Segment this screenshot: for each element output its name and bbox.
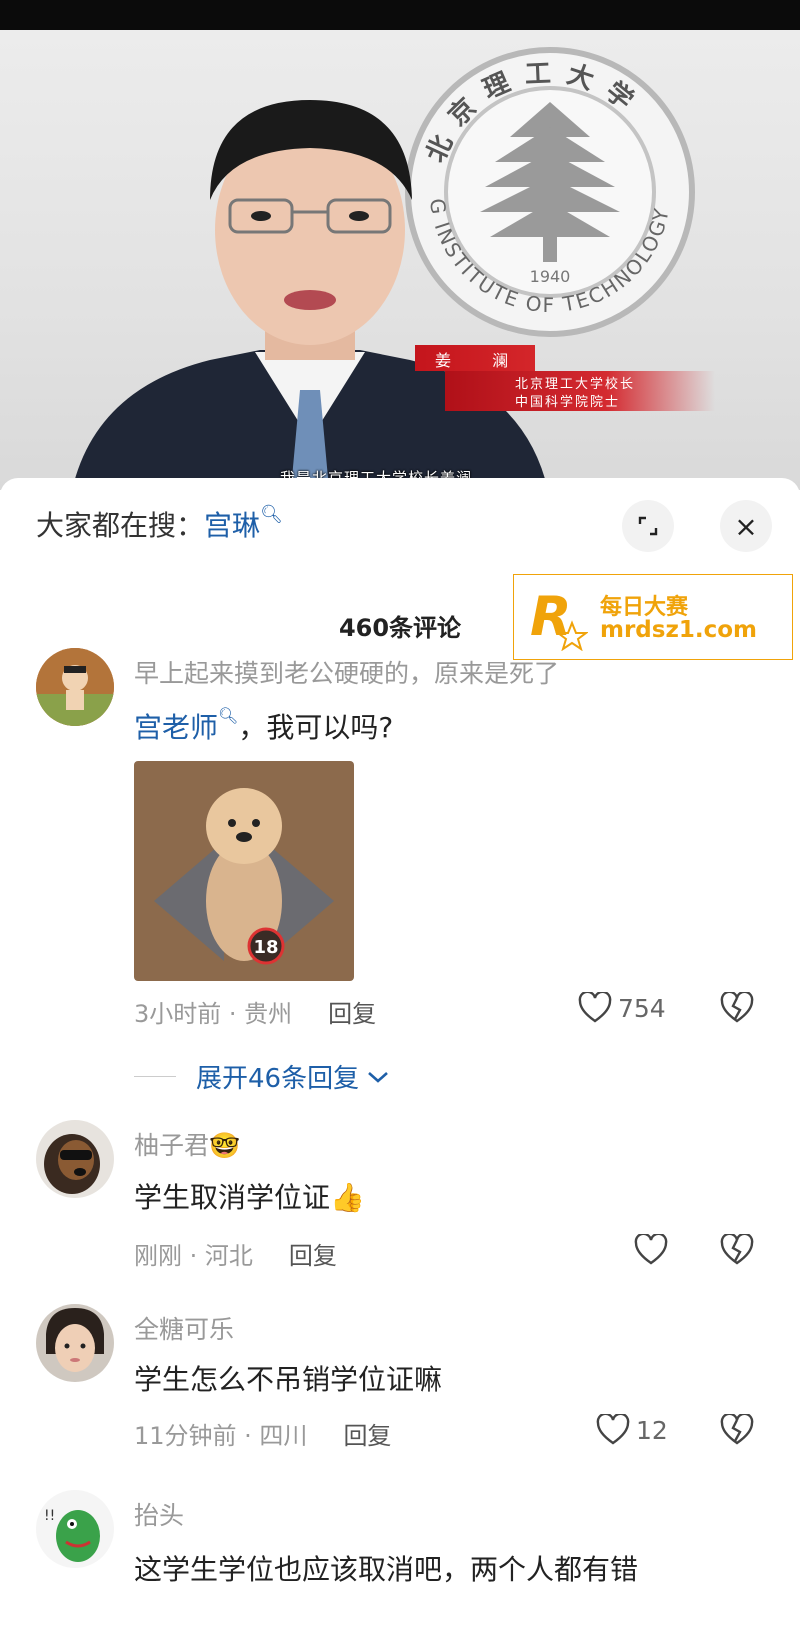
dislike-button[interactable]: [720, 1412, 754, 1450]
like-count: 12: [636, 1415, 668, 1445]
expand-icon: [638, 516, 658, 536]
comment-text: 学生怎么不吊销学位证嘛: [134, 1363, 443, 1396]
comments-panel: 大家都在搜：宫琳🔍︎ × 460条评论 R 每日大赛 mrdsz1.com 早上…: [0, 478, 800, 1641]
avatar[interactable]: !!: [36, 1490, 114, 1568]
time-location: 3小时前 · 贵州: [134, 1000, 293, 1028]
name-caption: 姜 澜 北京理工大学校长 中国科学院院士: [415, 345, 715, 425]
broken-heart-icon: [720, 990, 754, 1023]
watermark-logo: R 每日大赛 mrdsz1.com: [513, 574, 793, 660]
close-button[interactable]: ×: [720, 500, 772, 552]
comment-username[interactable]: 早上起来摸到老公硬硬的，原来是死了: [134, 654, 559, 690]
comment-text: 学生取消学位证👍: [134, 1181, 365, 1214]
watermark-r-icon: R: [530, 585, 588, 651]
avatar[interactable]: [36, 1304, 114, 1382]
search-prefix: 大家都在搜：: [36, 509, 205, 542]
broken-heart-icon: [720, 1232, 754, 1265]
mention-link[interactable]: 宫老师: [134, 711, 218, 744]
broken-heart-icon: [720, 1412, 754, 1445]
comment-text: 宫老师🔍︎，我可以吗?: [134, 706, 394, 744]
avatar[interactable]: [36, 648, 114, 726]
comment-meta: 3小时前 · 贵州 回复: [134, 994, 376, 1029]
thumbs-up-emoji-icon: 👍: [330, 1181, 365, 1214]
watermark-url: mrdsz1.com: [600, 617, 757, 643]
comment-text: 这学生学位也应该取消吧，两个人都有错: [134, 1553, 639, 1586]
search-icon: 🔍︎: [218, 706, 239, 725]
like-count: 754: [618, 993, 666, 1023]
dog-sunglasses-avatar-icon: [36, 1120, 114, 1198]
comment-sticker[interactable]: 18: [134, 761, 354, 981]
reply-button[interactable]: 回复: [343, 1422, 391, 1450]
trending-search[interactable]: 大家都在搜：宫琳🔍︎: [36, 504, 283, 544]
dislike-button[interactable]: [720, 1232, 754, 1270]
avatar[interactable]: [36, 1120, 114, 1198]
person-avatar-icon: [36, 1304, 114, 1382]
close-icon: ×: [734, 509, 758, 543]
heart-icon: [634, 1234, 668, 1265]
comment-username[interactable]: 全糖可乐: [134, 1310, 234, 1346]
chevron-down-icon: [368, 1071, 388, 1083]
dog-bat-sticker-icon: 18: [134, 761, 354, 981]
time-location: 11分钟前 · 四川: [134, 1422, 308, 1450]
green-cartoon-avatar-icon: !!: [36, 1490, 114, 1568]
comment-username[interactable]: 柚子君🤓: [134, 1126, 240, 1162]
nerd-emoji-icon: 🤓: [209, 1131, 241, 1160]
heart-icon: [596, 1414, 630, 1445]
search-icon: 🔍︎: [260, 504, 283, 525]
expand-replies-button[interactable]: 展开46条回复: [134, 1058, 391, 1095]
reply-button[interactable]: 回复: [328, 1000, 376, 1028]
speaker-figure: [72, 100, 548, 490]
cartoon-avatar-icon: [36, 648, 114, 726]
comment-username[interactable]: 抬头: [134, 1496, 184, 1532]
expand-replies-label: 展开46条回复: [196, 1064, 360, 1094]
time-location: 刚刚 · 河北: [134, 1242, 253, 1270]
like-button[interactable]: 12: [596, 1414, 668, 1446]
fullscreen-button[interactable]: [622, 500, 674, 552]
svg-text:!!: !!: [44, 1508, 55, 1524]
speaker-title-2: 中国科学院院士: [515, 395, 621, 410]
heart-icon: [578, 992, 612, 1023]
speaker-title-1: 北京理工大学校长: [515, 377, 636, 392]
like-button[interactable]: [634, 1234, 674, 1266]
speaker-name: 姜 澜: [435, 351, 527, 370]
search-keyword[interactable]: 宫琳: [204, 509, 260, 542]
like-button[interactable]: 754: [578, 992, 666, 1024]
dislike-button[interactable]: [720, 990, 754, 1028]
comment-meta: 11分钟前 · 四川 回复: [134, 1416, 391, 1451]
svg-text:18: 18: [253, 937, 278, 958]
reply-button[interactable]: 回复: [289, 1242, 337, 1270]
video-player[interactable]: 北京理工大学 G INSTITUTE OF TECHNOLOGY 1940 姜 …: [0, 30, 800, 490]
status-bar: [0, 0, 800, 30]
comment-meta: 刚刚 · 河北 回复: [134, 1236, 337, 1271]
